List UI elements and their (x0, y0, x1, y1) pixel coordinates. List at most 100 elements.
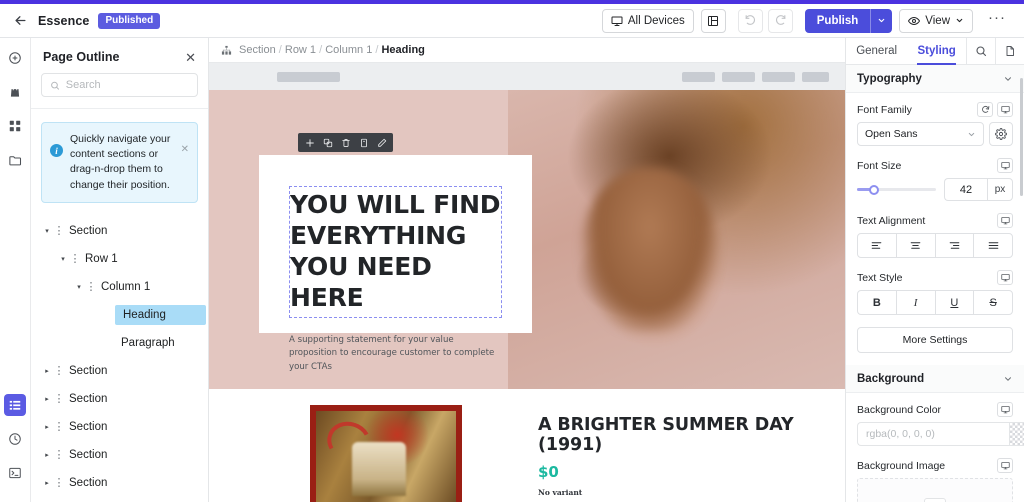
tab-general[interactable]: General (846, 38, 907, 64)
product-image[interactable] (310, 405, 462, 502)
underline-button[interactable]: U (934, 290, 975, 315)
tree-row[interactable]: ⋮Paragraph (31, 329, 208, 357)
more-options-button[interactable]: ··· (980, 8, 1014, 33)
breadcrumb-item[interactable]: Section (239, 44, 276, 56)
text-style-group: B I U S (857, 290, 1013, 315)
duplicate-icon[interactable] (319, 134, 336, 151)
drag-handle-icon[interactable]: ⋮ (53, 364, 65, 377)
monitor-icon[interactable] (997, 213, 1013, 228)
align-justify-icon[interactable] (973, 233, 1013, 258)
publish-button[interactable]: Publish (805, 9, 871, 33)
align-left-icon[interactable] (857, 233, 897, 258)
rail-item-shop[interactable] (4, 81, 26, 103)
italic-button[interactable]: I (895, 290, 936, 315)
background-image-dropzone[interactable] (857, 478, 1013, 502)
edit-pen-icon[interactable] (373, 134, 390, 151)
hero-subtext[interactable]: A supporting statement for your value pr… (289, 334, 502, 374)
drag-handle-icon[interactable]: ⋮ (53, 476, 65, 489)
all-devices-button[interactable]: All Devices (601, 8, 694, 33)
tree-row[interactable]: ▸⋮Section (31, 413, 208, 441)
chevron-right-icon[interactable]: ▸ (41, 451, 53, 459)
sitemap-glyph (221, 45, 232, 55)
chevron-right-icon[interactable]: ▸ (41, 423, 53, 431)
font-size-slider[interactable] (857, 183, 936, 197)
drag-handle-icon[interactable]: ⋮ (53, 448, 65, 461)
strikethrough-button[interactable]: S (973, 290, 1013, 315)
tree-row[interactable]: ▾ ⋮ Section (31, 217, 208, 245)
rail-item-history[interactable] (4, 428, 26, 450)
chevron-right-icon[interactable]: ▸ (41, 367, 53, 375)
drag-handle-icon[interactable]: ⋮ (53, 420, 65, 433)
tree-row[interactable]: ▾ ⋮ Row 1 (31, 245, 208, 273)
chevron-down-icon (1003, 374, 1013, 384)
color-swatch-button[interactable] (1009, 422, 1024, 446)
undo-button[interactable] (737, 8, 763, 33)
back-button[interactable] (8, 9, 32, 33)
search-input[interactable] (65, 79, 189, 91)
tree-row[interactable]: ▾ ⋮ Column 1 (31, 273, 208, 301)
bold-button[interactable]: B (857, 290, 897, 315)
breadcrumb-item[interactable]: Column 1 (325, 44, 372, 56)
inspector-scrollbar[interactable] (1020, 78, 1023, 196)
hero-text-card[interactable]: YOU WILL FIND EVERYTHING YOU NEED HERE A… (259, 133, 532, 372)
monitor-icon[interactable] (997, 458, 1013, 473)
drag-handle-icon[interactable]: ⋮ (53, 392, 65, 405)
inspector-page-button[interactable] (995, 38, 1024, 64)
publish-dropdown-caret[interactable] (870, 8, 892, 33)
folder-open-icon[interactable] (924, 498, 946, 502)
slider-knob[interactable] (868, 184, 879, 195)
background-color-input[interactable] (857, 422, 1009, 446)
drag-handle-icon[interactable]: ⋮ (85, 280, 97, 293)
rail-item-apps[interactable] (4, 115, 26, 137)
breadcrumb-item[interactable]: Row 1 (285, 44, 316, 56)
product-section[interactable]: A BRIGHTER SUMMER DAY (1991) $0 No varia… (209, 389, 845, 502)
rail-item-outline[interactable] (4, 394, 26, 416)
publish-button-group[interactable]: Publish (804, 8, 893, 33)
search-box[interactable] (41, 73, 198, 97)
font-family-select[interactable]: Open Sans (857, 122, 984, 146)
layout-toggle-button[interactable] (700, 8, 726, 33)
delete-icon[interactable] (337, 134, 354, 151)
chevron-down-icon[interactable]: ▾ (73, 283, 85, 291)
inspector-search-button[interactable] (966, 38, 995, 64)
tree-row[interactable]: ▸⋮Section (31, 441, 208, 469)
tree-row[interactable]: ▸⋮Section (31, 357, 208, 385)
align-center-glyph (910, 242, 921, 249)
tree-row[interactable]: ▸⋮Section (31, 469, 208, 497)
tree-row[interactable]: ▸⋮Section (31, 385, 208, 413)
tab-styling[interactable]: Styling (907, 38, 966, 65)
chevron-down-icon[interactable]: ▾ (57, 255, 69, 263)
close-outline-button[interactable]: ✕ (185, 51, 196, 64)
drag-handle-icon[interactable]: ⋮ (69, 252, 81, 265)
copy-icon[interactable] (355, 134, 372, 151)
element-toolbar (298, 133, 393, 152)
section-typography-header[interactable]: Typography (846, 65, 1024, 93)
align-right-icon[interactable] (934, 233, 975, 258)
monitor-icon[interactable] (997, 402, 1013, 417)
chevron-down-icon[interactable]: ▾ (41, 227, 53, 235)
section-background-header[interactable]: Background (846, 365, 1024, 393)
rail-item-add[interactable] (4, 47, 26, 69)
font-size-unit[interactable]: px (987, 178, 1013, 201)
tree-row[interactable]: ▸⋮Section (31, 497, 208, 502)
align-center-icon[interactable] (895, 233, 936, 258)
monitor-icon[interactable] (997, 102, 1013, 117)
hero-section[interactable]: YOU WILL FIND EVERYTHING YOU NEED HERE A… (209, 90, 845, 389)
monitor-icon[interactable] (997, 158, 1013, 173)
reset-icon[interactable] (977, 102, 993, 117)
drag-handle-icon[interactable]: ⋮ (53, 224, 65, 237)
close-tip-button[interactable]: ✕ (181, 144, 189, 155)
font-size-input[interactable] (944, 178, 987, 201)
tree-row[interactable]: ⋮Heading (31, 301, 208, 329)
selected-heading-element[interactable]: YOU WILL FIND EVERYTHING YOU NEED HERE (289, 186, 502, 318)
monitor-icon[interactable] (997, 270, 1013, 285)
more-settings-button[interactable]: More Settings (857, 327, 1013, 353)
rail-item-code[interactable] (4, 462, 26, 484)
view-button[interactable]: View (899, 8, 973, 33)
redo-button[interactable] (767, 8, 793, 33)
chevron-right-icon[interactable]: ▸ (41, 479, 53, 487)
move-icon[interactable] (301, 134, 318, 151)
gear-icon[interactable] (989, 122, 1013, 146)
chevron-right-icon[interactable]: ▸ (41, 395, 53, 403)
rail-item-files[interactable] (4, 149, 26, 171)
